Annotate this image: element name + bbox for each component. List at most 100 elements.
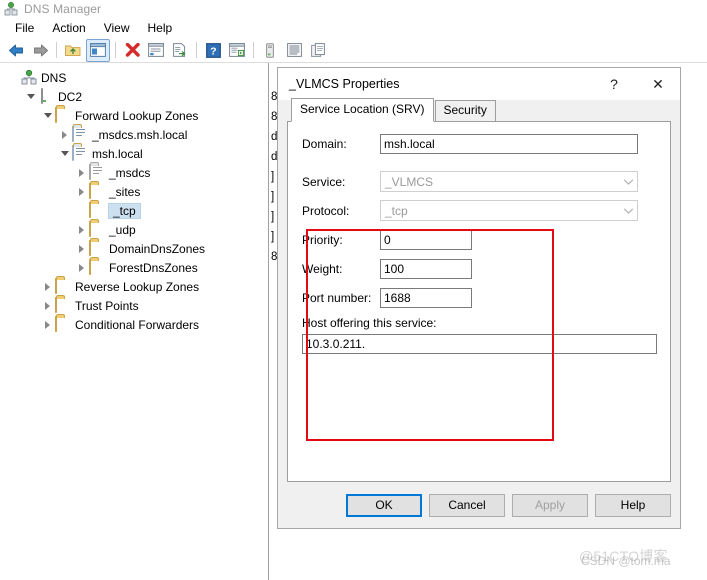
chevron-right-icon[interactable] xyxy=(57,125,72,144)
help-icon[interactable]: ? xyxy=(202,40,224,61)
chevron-down-icon[interactable] xyxy=(23,87,38,106)
window-title: DNS Manager xyxy=(24,2,102,16)
chevron-right-icon[interactable] xyxy=(74,258,89,277)
chevron-right-icon[interactable] xyxy=(74,182,89,201)
host-input[interactable] xyxy=(302,334,657,354)
tree-item-label: ForestDnsZones xyxy=(109,260,198,275)
toolbar: ? xyxy=(0,38,707,63)
tree-item-reverse-lookup-zones[interactable]: Reverse Lookup Zones xyxy=(0,277,268,296)
tree-item-label: _msdcs xyxy=(109,165,151,180)
chevron-down-icon xyxy=(620,207,637,215)
zone-icon xyxy=(72,144,88,162)
tree-item-trust-points[interactable]: Trust Points xyxy=(0,296,268,315)
dialog-help-button[interactable]: ? xyxy=(592,69,636,99)
tab-page-service-location: Domain: Service: _VLMCS Protocol: xyxy=(287,121,671,482)
protocol-value: _tcp xyxy=(385,203,408,218)
list-icon[interactable] xyxy=(283,40,305,61)
zone-icon xyxy=(72,125,88,143)
menu-view[interactable]: View xyxy=(95,19,139,37)
dns-manager-icon xyxy=(4,2,18,16)
toolbar-separator xyxy=(253,42,254,58)
up-one-level-icon[interactable] xyxy=(62,40,84,61)
port-number-label: Port number: xyxy=(302,291,372,305)
dialog-button-bar: OK Cancel Apply Help xyxy=(287,482,671,528)
forward-icon[interactable] xyxy=(29,40,51,61)
chevron-right-icon[interactable] xyxy=(74,220,89,239)
copy-icon[interactable] xyxy=(307,40,329,61)
chevron-down-icon[interactable] xyxy=(40,106,55,125)
svg-text:?: ? xyxy=(210,45,216,57)
host-label: Host offering this service: xyxy=(302,316,437,330)
tree-item-domaindnszones[interactable]: DomainDnsZones xyxy=(0,239,268,258)
tree-item-label: _msdcs.msh.local xyxy=(92,127,188,142)
tree-item-label: Forward Lookup Zones xyxy=(75,108,199,123)
run-icon[interactable] xyxy=(226,40,248,61)
tree-item-msdcs-msh-local[interactable]: _msdcs.msh.local xyxy=(0,125,268,144)
tab-security[interactable]: Security xyxy=(434,100,496,121)
service-value: _VLMCS xyxy=(385,174,434,189)
folder-icon xyxy=(55,315,71,333)
menu-file[interactable]: File xyxy=(6,19,43,37)
priority-row: Priority: xyxy=(302,230,472,250)
help-button[interactable]: Help xyxy=(595,493,671,517)
tree-item-msdcs[interactable]: _msdcs xyxy=(0,163,268,182)
protocol-combobox[interactable]: _tcp xyxy=(380,200,638,221)
menu-action[interactable]: Action xyxy=(43,19,94,37)
menu-help[interactable]: Help xyxy=(139,19,182,37)
chevron-right-icon[interactable] xyxy=(40,277,55,296)
back-icon[interactable] xyxy=(5,40,27,61)
tree-item-label: DomainDnsZones xyxy=(109,241,206,256)
tree-item-forestdnszones[interactable]: ForestDnsZones xyxy=(0,258,268,277)
vlmcs-properties-dialog: _VLMCS Properties ? ✕ Service Location (… xyxy=(277,67,681,529)
show-hide-console-tree-icon[interactable] xyxy=(86,38,110,62)
dns-icon xyxy=(21,69,37,86)
protocol-row: Protocol: _tcp xyxy=(302,200,638,221)
tree-item-label: DNS xyxy=(41,70,67,85)
tree-item-dns[interactable]: DNS xyxy=(0,68,268,87)
domain-row: Domain: xyxy=(302,134,638,154)
tree-item-dc2[interactable]: DC2 xyxy=(0,87,268,106)
weight-label: Weight: xyxy=(302,262,343,276)
port-number-input[interactable] xyxy=(380,288,472,308)
tree-item-tcp[interactable]: _tcp xyxy=(0,201,268,220)
tree-item-udp[interactable]: _udp xyxy=(0,220,268,239)
cancel-button[interactable]: Cancel xyxy=(429,493,505,517)
dialog-close-button[interactable]: ✕ xyxy=(636,69,680,99)
tree-item-label: DC2 xyxy=(58,89,83,104)
domain-input[interactable] xyxy=(380,134,638,154)
tree-item-sites[interactable]: _sites xyxy=(0,182,268,201)
chevron-down-icon[interactable] xyxy=(57,144,72,163)
apply-button[interactable]: Apply xyxy=(512,493,588,517)
tree-item-label: _udp xyxy=(109,222,136,237)
tree-item-msh-local[interactable]: msh.local xyxy=(0,144,268,163)
priority-input[interactable] xyxy=(380,230,472,250)
tree-item-label: _sites xyxy=(109,184,141,199)
zone-gray-icon xyxy=(89,163,105,181)
weight-input[interactable] xyxy=(380,259,472,279)
dialog-title-bar: _VLMCS Properties ? ✕ xyxy=(278,68,680,100)
folder-icon xyxy=(89,239,105,257)
chevron-right-icon[interactable] xyxy=(74,163,89,182)
tree-item-label: _tcp xyxy=(108,202,141,219)
export-list-icon[interactable] xyxy=(169,40,191,61)
chevron-right-icon[interactable] xyxy=(40,296,55,315)
chevron-right-icon[interactable] xyxy=(74,239,89,258)
tab-service-location-srv[interactable]: Service Location (SRV) xyxy=(291,98,434,122)
ok-button[interactable]: OK xyxy=(346,493,422,517)
service-combobox[interactable]: _VLMCS xyxy=(380,171,638,192)
console-tree-pane: DNS DC2 Forward Lookup Zones _msdcs.msh.loc… xyxy=(0,63,269,580)
chevron-down-icon xyxy=(620,178,637,186)
domain-label: Domain: xyxy=(302,137,347,151)
properties-icon[interactable] xyxy=(145,40,167,61)
delete-icon[interactable] xyxy=(121,40,143,61)
folder-icon xyxy=(89,201,105,219)
tree-item-label: Reverse Lookup Zones xyxy=(75,279,200,294)
toolbar-separator xyxy=(56,42,57,58)
tree-item-forward-lookup-zones[interactable]: Forward Lookup Zones xyxy=(0,106,268,125)
chevron-right-icon[interactable] xyxy=(40,315,55,334)
tree-item-conditional-forwarders[interactable]: Conditional Forwarders xyxy=(0,315,268,334)
server-icon[interactable] xyxy=(259,40,281,61)
folder-icon xyxy=(55,106,71,124)
